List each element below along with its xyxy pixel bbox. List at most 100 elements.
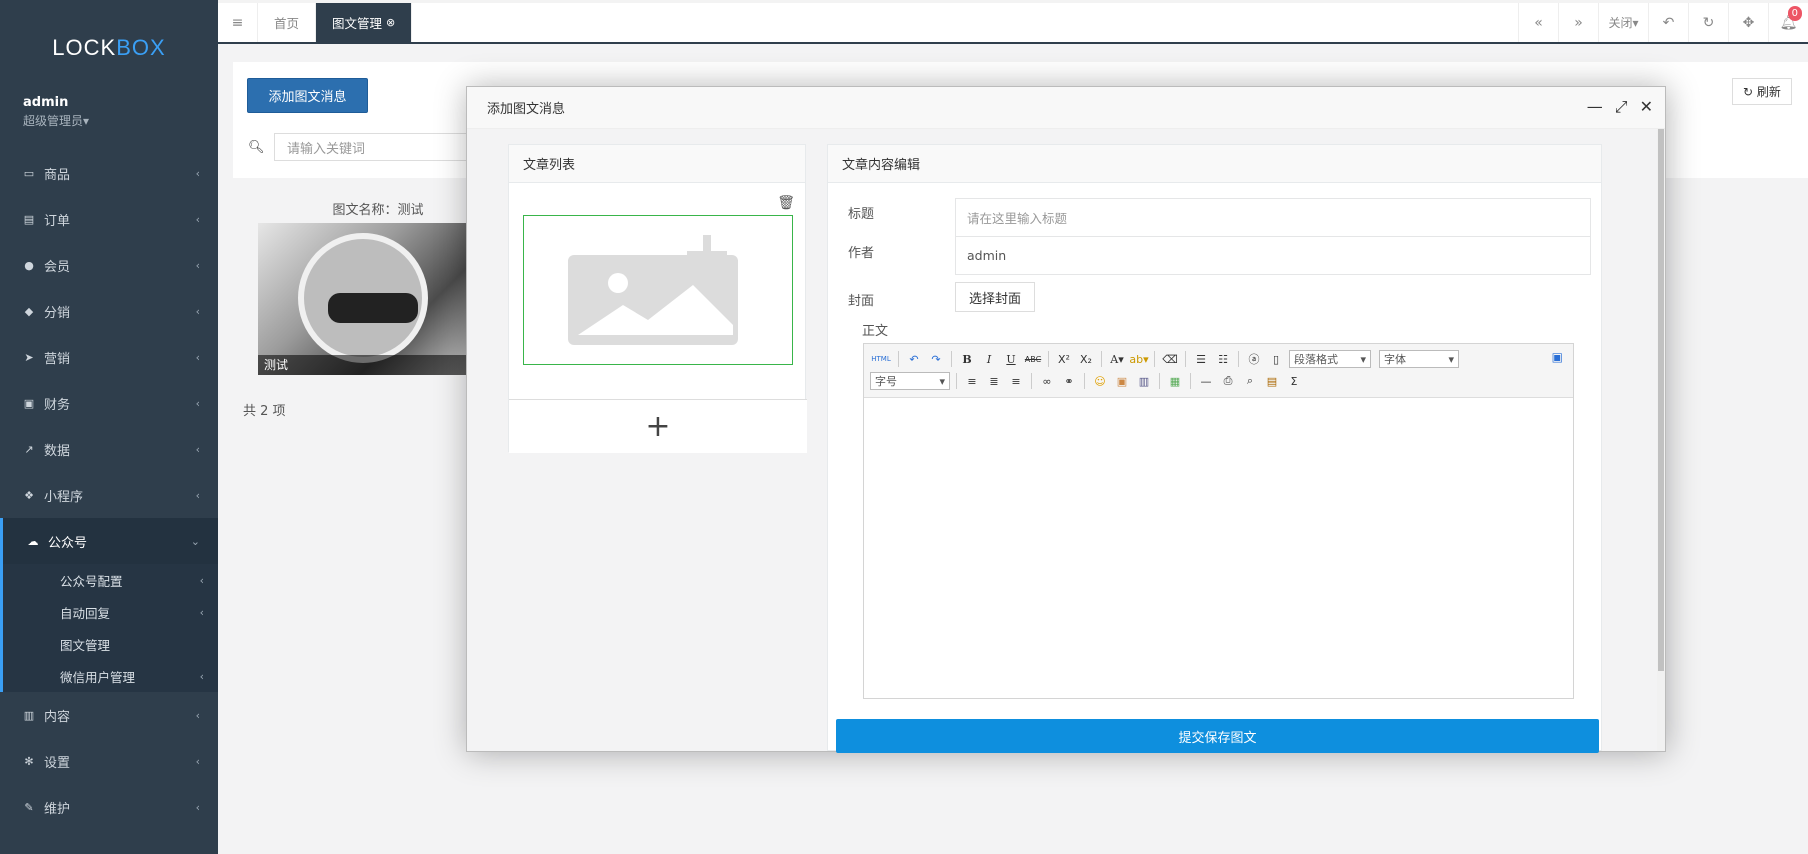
sidebar-item-settings[interactable]: ✻ 设置 ‹ (0, 738, 218, 784)
body-label: 正文 (862, 324, 889, 339)
font-color-icon[interactable]: A▾ (1108, 350, 1126, 368)
sidebar-item-label: 分销 (44, 305, 71, 321)
redo-icon[interactable]: ↷ (927, 350, 945, 368)
chevron-left-icon: ‹ (195, 258, 200, 272)
submit-save-button[interactable]: 提交保存图文 (836, 719, 1599, 753)
subscript-icon[interactable]: X₂ (1077, 350, 1095, 368)
link-icon[interactable]: ∞ (1038, 372, 1056, 390)
arrows-icon: ✥ (1742, 14, 1755, 31)
modal-header: 添加图文消息 — ⤢ ✕ (467, 87, 1665, 129)
author-input[interactable]: admin (955, 236, 1591, 275)
horizontal-rule-icon[interactable]: — (1197, 372, 1215, 390)
superscript-icon[interactable]: X² (1055, 350, 1073, 368)
scroll-left-button[interactable]: « (1518, 3, 1558, 42)
bold-icon[interactable]: B (958, 350, 976, 368)
scroll-right-button[interactable]: » (1558, 3, 1598, 42)
sidebar-subitem-news[interactable]: 图文管理 (3, 628, 218, 660)
print-icon[interactable]: ⎙ (1219, 372, 1237, 390)
sidebar-item-marketing[interactable]: ➤ 营销 ‹ (0, 334, 218, 380)
notification-button[interactable]: 🔔︎ 0 (1768, 3, 1808, 42)
sidebar-item-miniprogram[interactable]: ❖ 小程序 ‹ (0, 472, 218, 518)
paragraph-format-select[interactable]: 段落格式 ▾ (1289, 350, 1371, 368)
article-edit-title: 文章内容编辑 (828, 145, 1601, 183)
font-size-select[interactable]: 字号 ▾ (870, 372, 950, 390)
sidebar-item-maintain[interactable]: ✎ 维护 ‹ (0, 784, 218, 830)
image-icon[interactable]: ▣ (1113, 372, 1131, 390)
refresh-button[interactable]: ↻ 刷新 (1732, 78, 1792, 105)
font-family-select[interactable]: 字体 ▾ (1379, 350, 1459, 368)
editor-content-area[interactable] (864, 398, 1573, 698)
title-input[interactable]: 请在这里输入标题 (955, 198, 1591, 237)
sidebar-item-label: 小程序 (44, 489, 84, 505)
eraser-icon[interactable]: ⌫ (1161, 350, 1179, 368)
sidebar-item-distribution[interactable]: ◆ 分销 ‹ (0, 288, 218, 334)
menu-toggle-button[interactable]: ≡ (218, 3, 258, 42)
ordered-list-icon[interactable]: ☰ (1192, 350, 1210, 368)
unordered-list-icon[interactable]: ☷ (1214, 350, 1232, 368)
chevron-left-icon: ‹ (195, 800, 200, 814)
topbar: ≡ 首页 图文管理 ⊗ « » 关闭▾ ↶ ↻ ✥ 🔔︎ 0 (218, 0, 1808, 44)
minimize-icon[interactable]: — (1587, 97, 1603, 117)
select-cover-button[interactable]: 选择封面 (955, 282, 1035, 312)
sidebar-subitem-autoreply[interactable]: 自动回复 ‹ (3, 596, 218, 628)
gear-icon: ✻ (24, 754, 34, 768)
news-card[interactable]: 图文名称：测试 测试 (258, 199, 468, 395)
unlink-icon[interactable]: ⚭ (1060, 372, 1078, 390)
fullscreen-icon[interactable]: ▣ (1552, 350, 1563, 364)
strikethrough-icon[interactable]: ABC (1024, 350, 1042, 368)
chevron-left-icon: ‹ (195, 212, 200, 226)
align-right-icon[interactable]: ≡ (1007, 372, 1025, 390)
html-source-icon[interactable]: HTML (870, 350, 892, 368)
emoji-icon[interactable]: ☺ (1091, 372, 1109, 390)
formula-icon[interactable]: Σ (1285, 372, 1303, 390)
cubes-icon: ❖ (24, 488, 34, 502)
reload-button[interactable]: ↻ (1688, 3, 1728, 42)
logo-text-b: BOX (116, 34, 166, 60)
add-article-button[interactable]: + (509, 399, 807, 453)
close-tab-icon[interactable]: ⊗ (386, 16, 395, 29)
trash-icon[interactable]: 🗑︎ (777, 195, 795, 211)
logo-text-a: LOCK (52, 34, 117, 60)
refresh-icon: ↻ (1702, 14, 1715, 31)
maximize-icon[interactable]: ⤢ (1615, 97, 1628, 117)
fullscreen-button[interactable]: ✥ (1728, 3, 1768, 42)
chart-insert-icon[interactable]: ▦ (1166, 372, 1184, 390)
align-center-icon[interactable]: ≣ (985, 372, 1003, 390)
scrollbar-thumb[interactable] (1658, 129, 1664, 671)
blockquote-icon[interactable]: ⓐ (1245, 350, 1263, 368)
underline-icon[interactable]: U (1002, 350, 1020, 368)
sidebar-item-wechat[interactable]: ☁ 公众号 ⌄ (0, 518, 218, 564)
sidebar-subitem-wxusers[interactable]: 微信用户管理 ‹ (3, 660, 218, 692)
wechat-submenu: 公众号配置 ‹ 自动回复 ‹ 图文管理 微信用户管理 ‹ (0, 564, 218, 692)
tab-home[interactable]: 首页 (258, 3, 317, 42)
sidebar-item-label: 维护 (44, 801, 71, 817)
modal-scrollbar[interactable] (1657, 129, 1665, 751)
preview-icon[interactable]: ⌕ (1241, 372, 1259, 390)
sidebar-subitem-label: 微信用户管理 (60, 669, 136, 685)
tab-news-management[interactable]: 图文管理 ⊗ (316, 3, 413, 42)
back-button[interactable]: ↶ (1648, 3, 1688, 42)
chevron-left-icon: ‹ (195, 166, 200, 180)
user-role-dropdown[interactable]: 超级管理员▾ (23, 112, 195, 129)
title-label: 标题 (848, 207, 875, 222)
align-left-icon[interactable]: ≡ (963, 372, 981, 390)
search-input[interactable]: 请输入关键词 (274, 133, 494, 161)
sidebar-item-orders[interactable]: ▤ 订单 ‹ (0, 196, 218, 242)
sidebar-item-goods[interactable]: ▭ 商品 ‹ (0, 150, 218, 196)
close-icon[interactable]: ✕ (1640, 97, 1653, 117)
sidebar-item-finance[interactable]: ▣ 财务 ‹ (0, 380, 218, 426)
paste-icon[interactable]: ▤ (1263, 372, 1281, 390)
sidebar-item-members[interactable]: ● 会员 ‹ (0, 242, 218, 288)
video-icon[interactable]: ▥ (1135, 372, 1153, 390)
paste-text-icon[interactable]: ▯ (1267, 350, 1285, 368)
add-news-button[interactable]: 添加图文消息 (247, 78, 368, 113)
close-tabs-dropdown[interactable]: 关闭▾ (1598, 3, 1648, 42)
sidebar-subitem-config[interactable]: 公众号配置 ‹ (3, 564, 218, 596)
sidebar-item-content[interactable]: ▥ 内容 ‹ (0, 692, 218, 738)
undo-icon[interactable]: ↶ (905, 350, 923, 368)
sidebar-subitem-label: 自动回复 (60, 605, 111, 621)
sidebar-item-data[interactable]: ↗ 数据 ‹ (0, 426, 218, 472)
highlight-icon[interactable]: ab▾ (1129, 350, 1148, 368)
italic-icon[interactable]: I (980, 350, 998, 368)
article-cover-placeholder[interactable] (523, 215, 793, 365)
